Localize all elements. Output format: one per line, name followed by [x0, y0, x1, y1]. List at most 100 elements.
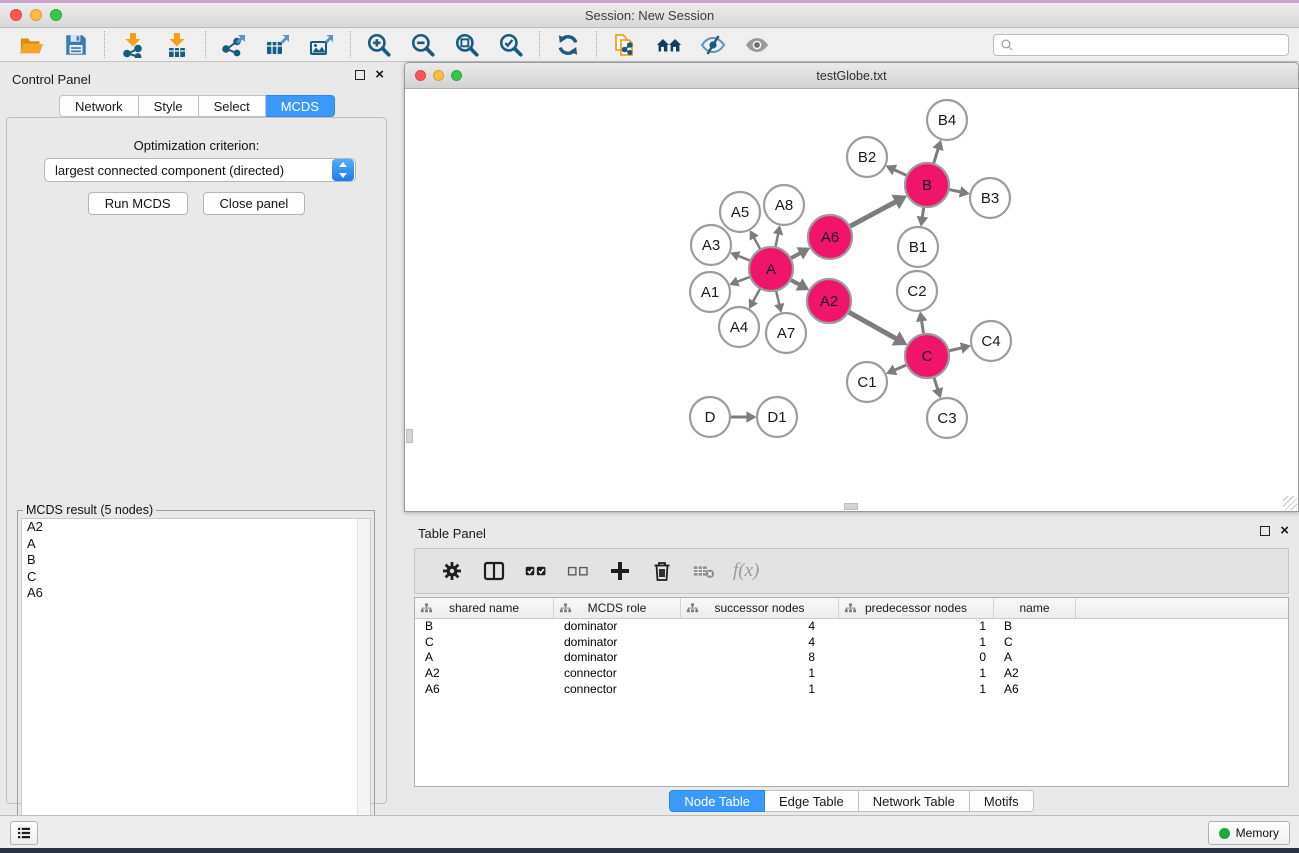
- split-view-icon[interactable]: [479, 558, 509, 584]
- close-table-panel-icon[interactable]: ×: [1280, 526, 1289, 536]
- graph-node-C1[interactable]: C1: [847, 362, 887, 402]
- graph-node-B[interactable]: B: [905, 163, 949, 207]
- export-network-icon[interactable]: [219, 32, 249, 58]
- graph-edge-C-C4[interactable]: [948, 342, 971, 353]
- graph-node-D[interactable]: D: [690, 397, 730, 437]
- mcds-result-item[interactable]: A: [22, 536, 370, 553]
- zoom-in-icon[interactable]: [364, 32, 394, 58]
- graph-node-B4[interactable]: B4: [927, 100, 967, 140]
- maximize-window-icon[interactable]: [50, 9, 62, 21]
- graph-node-A7[interactable]: A7: [766, 313, 806, 353]
- graph-edge-A6-B[interactable]: [849, 195, 907, 227]
- graph-edge-A-A5[interactable]: [750, 230, 761, 250]
- tab-motifs[interactable]: Motifs: [970, 790, 1034, 812]
- graph-node-A3[interactable]: A3: [691, 225, 731, 265]
- table-row[interactable]: A6connector11A6: [415, 682, 1288, 698]
- graph-node-D1[interactable]: D1: [757, 397, 797, 437]
- table-row[interactable]: Adominator80A: [415, 650, 1288, 666]
- add-icon[interactable]: [605, 558, 635, 584]
- graph-node-A[interactable]: A: [749, 247, 793, 291]
- close-panel-icon[interactable]: ×: [375, 70, 384, 80]
- show-all-icon[interactable]: [742, 32, 772, 58]
- import-table-icon[interactable]: [162, 32, 192, 58]
- table-row[interactable]: Bdominator41B: [415, 619, 1288, 635]
- graph-edge-A-A6[interactable]: [790, 247, 810, 259]
- graph-node-B1[interactable]: B1: [898, 227, 938, 267]
- network-from-selection-icon[interactable]: [610, 32, 640, 58]
- refresh-icon[interactable]: [553, 32, 583, 58]
- close-panel-button[interactable]: Close panel: [203, 192, 306, 215]
- mcds-result-item[interactable]: A2: [22, 519, 370, 536]
- graph-edge-A2-C[interactable]: [848, 312, 907, 346]
- float-panel-icon[interactable]: [355, 70, 365, 80]
- minimize-window-icon[interactable]: [30, 9, 42, 21]
- canvas-bottom-handle[interactable]: [844, 503, 858, 510]
- zoom-selected-icon[interactable]: [496, 32, 526, 58]
- graph-node-C2[interactable]: C2: [897, 271, 937, 311]
- graph-node-A1[interactable]: A1: [690, 272, 730, 312]
- import-network-icon[interactable]: [118, 32, 148, 58]
- graph-edge-B-B2[interactable]: [886, 165, 907, 176]
- graph-edge-A-A2[interactable]: [790, 278, 809, 290]
- tab-mcds[interactable]: MCDS: [266, 95, 335, 117]
- first-neighbors-icon[interactable]: [654, 32, 684, 58]
- search-input[interactable]: [1018, 38, 1282, 52]
- graph-node-B3[interactable]: B3: [970, 178, 1010, 218]
- graph-node-A5[interactable]: A5: [720, 192, 760, 232]
- graph-edge-A-A3[interactable]: [730, 251, 751, 261]
- optimization-criterion-select[interactable]: largest connected component (directed): [44, 158, 356, 182]
- network-window-titlebar[interactable]: testGlobe.txt: [405, 63, 1298, 89]
- table-row[interactable]: Cdominator41C: [415, 635, 1288, 651]
- column-header-successor-nodes[interactable]: successor nodes: [681, 598, 839, 618]
- graph-node-C4[interactable]: C4: [971, 321, 1011, 361]
- graph-edge-C-C3[interactable]: [932, 377, 943, 399]
- network-canvas[interactable]: B4 B2 B B3 B1 A5A8A6 A3 A A1 A2 A4A7 C2 C C4 C1 C3 D D1: [406, 89, 1297, 510]
- memory-button[interactable]: Memory: [1208, 821, 1290, 845]
- graph-edge-C-C1[interactable]: [886, 365, 907, 376]
- open-session-icon[interactable]: [17, 32, 47, 58]
- graph-edge-A-A8[interactable]: [773, 225, 783, 247]
- resize-grip-icon[interactable]: [1283, 496, 1297, 510]
- float-table-panel-icon[interactable]: [1260, 526, 1270, 536]
- graph-node-A8[interactable]: A8: [764, 185, 804, 225]
- maximize-view-icon[interactable]: [451, 70, 462, 81]
- mcds-result-item[interactable]: A6: [22, 585, 370, 602]
- graph-edge-B-B4[interactable]: [932, 140, 943, 164]
- network-graph[interactable]: B4 B2 B B3 B1 A5A8A6 A3 A A1 A2 A4A7 C2 C C4 C1 C3 D D1: [406, 89, 1297, 510]
- mcds-result-item[interactable]: B: [22, 552, 370, 569]
- column-header-shared-name[interactable]: shared name: [415, 598, 554, 618]
- deselect-all-icon[interactable]: [563, 558, 593, 584]
- minimize-view-icon[interactable]: [433, 70, 444, 81]
- tab-select[interactable]: Select: [199, 95, 266, 117]
- close-window-icon[interactable]: [10, 9, 22, 21]
- search-box[interactable]: [993, 34, 1289, 56]
- run-mcds-button[interactable]: Run MCDS: [88, 192, 188, 215]
- canvas-left-handle[interactable]: [406, 429, 413, 443]
- mcds-result-item[interactable]: C: [22, 569, 370, 586]
- graph-node-A6[interactable]: A6: [808, 215, 852, 259]
- graph-node-A2[interactable]: A2: [807, 279, 851, 323]
- graph-node-A4[interactable]: A4: [719, 307, 759, 347]
- graph-node-C3[interactable]: C3: [927, 398, 967, 438]
- export-image-icon[interactable]: [307, 32, 337, 58]
- graph-edge-A-A4[interactable]: [749, 288, 761, 309]
- graph-edge-A-A1[interactable]: [729, 277, 750, 287]
- graph-edge-C-C2[interactable]: [916, 311, 927, 334]
- graph-edge-B-B3[interactable]: [949, 186, 970, 197]
- tab-network-table[interactable]: Network Table: [859, 790, 970, 812]
- tab-edge-table[interactable]: Edge Table: [765, 790, 859, 812]
- export-table-icon[interactable]: [263, 32, 293, 58]
- graph-edge-D-D1[interactable]: [730, 411, 757, 423]
- tab-style[interactable]: Style: [139, 95, 199, 117]
- graph-node-B2[interactable]: B2: [847, 137, 887, 177]
- result-scrollbar[interactable]: [357, 519, 370, 851]
- graph-node-C[interactable]: C: [905, 334, 949, 378]
- table-row[interactable]: A2connector11A2: [415, 666, 1288, 682]
- graph-edge-A-A7[interactable]: [774, 290, 784, 313]
- save-session-icon[interactable]: [61, 32, 91, 58]
- tab-network[interactable]: Network: [59, 95, 139, 117]
- zoom-fit-icon[interactable]: [452, 32, 482, 58]
- zoom-out-icon[interactable]: [408, 32, 438, 58]
- column-header-predecessor-nodes[interactable]: predecessor nodes: [839, 598, 994, 618]
- column-header-name[interactable]: name: [994, 598, 1076, 618]
